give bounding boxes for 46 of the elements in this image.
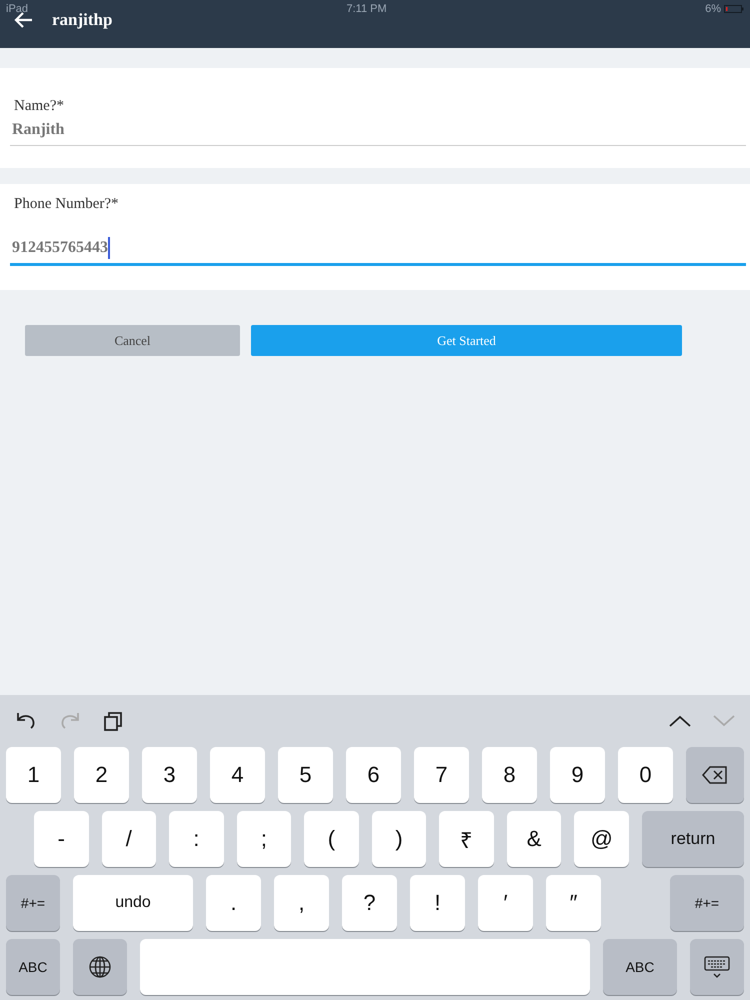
key[interactable]: ? <box>342 875 397 931</box>
field-label: Name?* <box>13 98 65 115</box>
symbols-key[interactable]: #+= <box>6 875 60 931</box>
input-field[interactable]: 912455765443 <box>10 233 746 266</box>
key[interactable]: ′ <box>478 875 533 931</box>
key[interactable]: / <box>102 811 156 867</box>
symbols-key[interactable]: #+= <box>670 875 744 931</box>
key[interactable]: 0 <box>618 747 673 803</box>
key[interactable]: 6 <box>346 747 401 803</box>
backspace-key[interactable] <box>686 747 744 803</box>
key[interactable]: @ <box>574 811 629 867</box>
key[interactable]: ″ <box>546 875 601 931</box>
key[interactable]: 2 <box>74 747 129 803</box>
key[interactable]: - <box>34 811 89 867</box>
return-key[interactable]: return <box>642 811 744 867</box>
keyboard-hide-icon <box>703 955 731 979</box>
field-label: Phone Number?* <box>13 196 120 213</box>
key[interactable]: 1 <box>6 747 61 803</box>
key[interactable]: ) <box>372 811 426 867</box>
page-title: ranjithp <box>52 10 112 30</box>
abc-key[interactable]: ABC <box>6 939 60 995</box>
clock: 7:11 PM <box>346 3 387 15</box>
key[interactable]: 7 <box>414 747 469 803</box>
key[interactable]: 4 <box>210 747 265 803</box>
undo-key[interactable]: undo <box>73 875 193 931</box>
hide-keyboard-key[interactable] <box>690 939 744 995</box>
key[interactable]: : <box>169 811 224 867</box>
key[interactable]: ! <box>410 875 465 931</box>
key[interactable]: 3 <box>142 747 197 803</box>
key[interactable]: 5 <box>278 747 333 803</box>
back-arrow-icon[interactable] <box>14 11 34 29</box>
device-label: iPad <box>6 3 28 15</box>
input-field[interactable]: Ranjith <box>10 117 746 146</box>
abc-key[interactable]: ABC <box>603 939 677 995</box>
key[interactable]: 9 <box>550 747 605 803</box>
key[interactable]: & <box>506 811 562 867</box>
key[interactable]: ₹ <box>439 811 494 867</box>
cancel-button[interactable]: Cancel <box>25 325 240 356</box>
battery-percent: 6% <box>705 3 721 15</box>
key[interactable]: 8 <box>482 747 537 803</box>
key[interactable]: ; <box>236 811 292 867</box>
globe-key[interactable] <box>73 939 127 995</box>
key[interactable]: , <box>274 875 329 931</box>
key[interactable]: . <box>206 875 261 931</box>
battery-icon <box>724 5 744 13</box>
key[interactable]: ( <box>304 811 359 867</box>
